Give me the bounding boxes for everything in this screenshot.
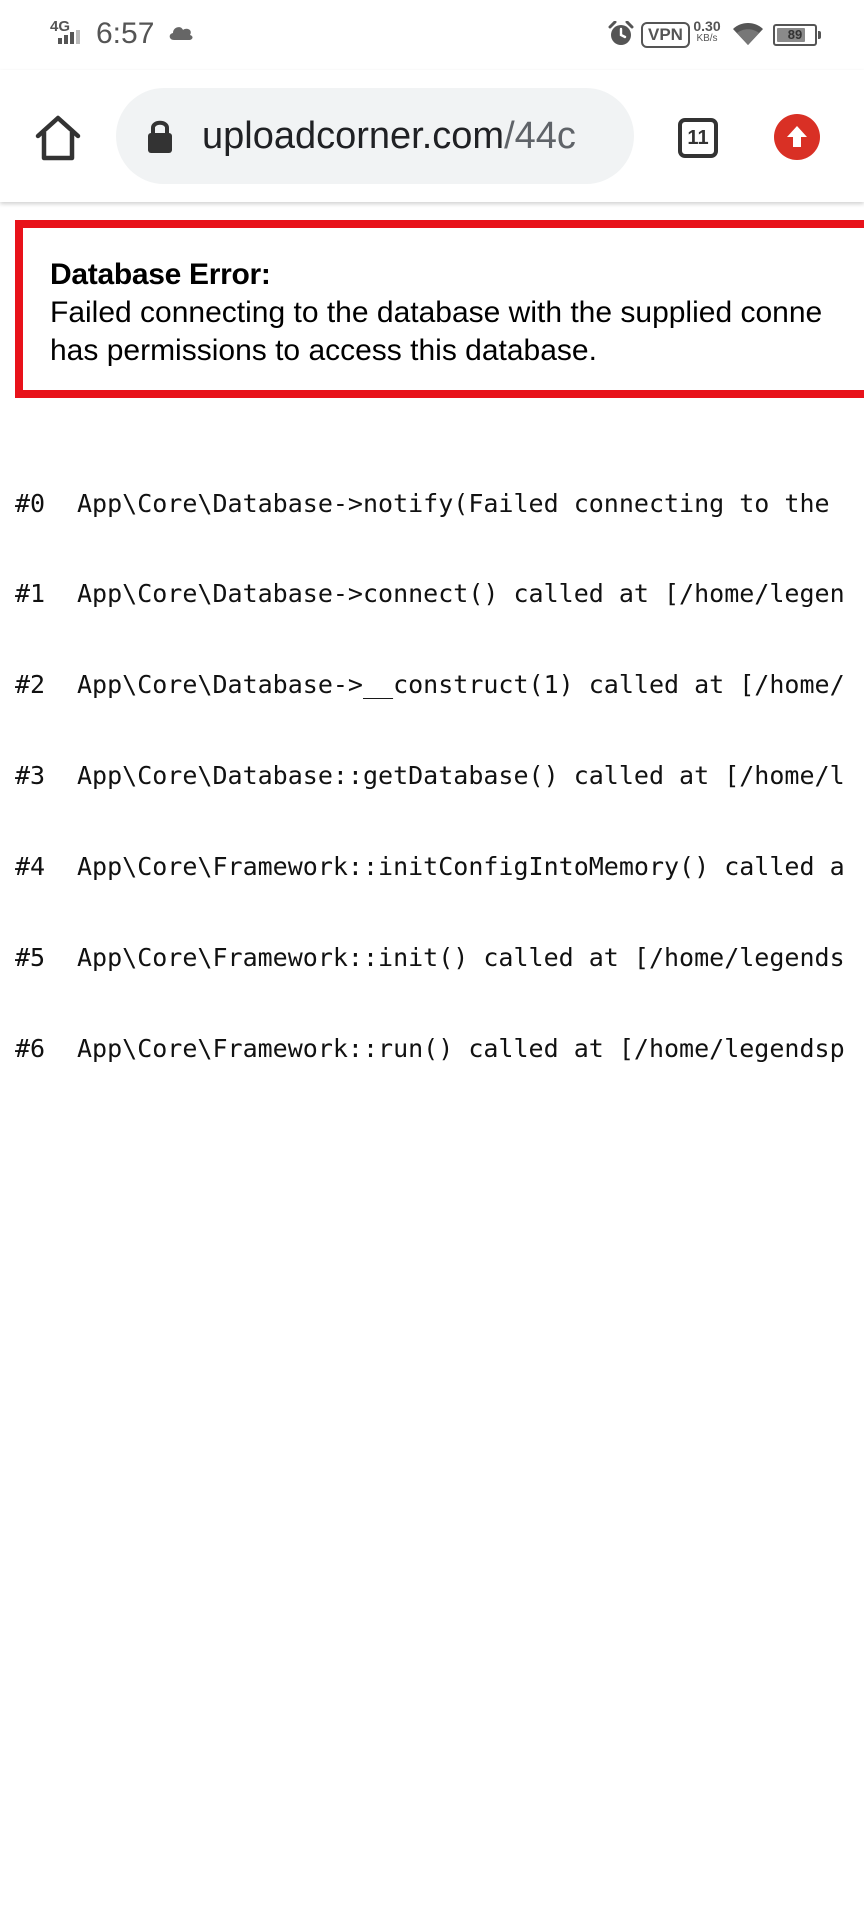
trace-text: App\Core\Database->__construct(1) called… — [77, 670, 845, 700]
clock: 6:57 — [96, 17, 155, 50]
error-title: Database Error: — [50, 258, 271, 291]
url-text[interactable]: uploadcorner.com/44c — [202, 114, 612, 158]
error-message-line: Failed connecting to the database with t… — [50, 296, 823, 329]
trace-number: #0 — [15, 488, 46, 518]
error-message: Failed connecting to the database with t… — [50, 294, 822, 370]
vpn-badge: VPN — [641, 22, 690, 48]
stack-trace-line: #0 App\Core\Database->notify(Failed conne… — [15, 489, 845, 519]
lock-icon — [148, 120, 172, 153]
error-box: Database Error: Failed connecting to the… — [15, 220, 864, 398]
trace-text: App\Core\Framework::initConfigIntoMemory… — [77, 852, 845, 882]
trace-text: App\Core\Framework::init() called at [/h… — [77, 943, 845, 973]
home-button[interactable] — [28, 112, 88, 166]
battery-tip — [818, 31, 821, 39]
page-content: Database Error: Failed connecting to the… — [0, 202, 864, 1920]
stack-trace-line: #5 App\Core\Framework::init() called at [… — [15, 943, 845, 973]
trace-text: App\Core\Database::getDatabase() called … — [77, 761, 845, 791]
trace-number: #1 — [15, 579, 46, 609]
signal-icon: 4G — [50, 18, 88, 48]
battery-level: 89 — [787, 27, 803, 42]
url-path: /44c — [504, 115, 576, 157]
error-message-line: has permissions to access this database. — [50, 334, 597, 367]
battery-icon: 89 — [773, 24, 821, 46]
trace-text: App\Core\Database->notify(Failed connect… — [77, 488, 830, 518]
trace-number: #4 — [15, 852, 46, 882]
stack-trace-line: #1 App\Core\Database->connect() called at… — [15, 579, 845, 609]
trace-text: App\Core\Framework::run() called at [/ho… — [77, 1033, 845, 1063]
trace-number: #3 — [15, 761, 46, 791]
stack-trace-line: #4 App\Core\Framework::initConfigIntoMemo… — [15, 852, 845, 882]
upload-button[interactable] — [774, 114, 820, 160]
cloud-icon — [169, 27, 193, 40]
upload-icon — [787, 126, 807, 147]
speed-value: 0.30 — [693, 18, 721, 34]
tabs-button[interactable]: 11 — [678, 118, 718, 158]
url-bar[interactable]: uploadcorner.com/44c — [116, 88, 634, 184]
trace-text: App\Core\Database->connect() called at [… — [77, 579, 845, 609]
wifi-icon — [733, 23, 763, 45]
stack-trace-line: #2 App\Core\Database->__construct(1) call… — [15, 670, 845, 700]
network-speed: 0.30 KB/s — [690, 19, 724, 45]
stack-trace-line: #3 App\Core\Database::getDatabase() calle… — [15, 761, 845, 791]
stack-trace-line: #6 App\Core\Framework::run() called at [/… — [15, 1034, 845, 1064]
trace-number: #5 — [15, 943, 46, 973]
browser-toolbar: uploadcorner.com/44c 11 — [0, 70, 864, 202]
tab-count: 11 — [687, 127, 709, 149]
home-icon — [35, 115, 81, 161]
stack-trace: #0 App\Core\Database->notify(Failed conne… — [15, 428, 845, 1125]
trace-number: #6 — [15, 1033, 46, 1063]
status-bar: 4G 6:57 VPN 0.30 KB/s 89 — [0, 0, 864, 70]
url-domain: uploadcorner.com — [202, 115, 505, 157]
trace-number: #2 — [15, 670, 46, 700]
speed-unit: KB/s — [696, 33, 718, 44]
alarm-icon — [608, 21, 634, 45]
